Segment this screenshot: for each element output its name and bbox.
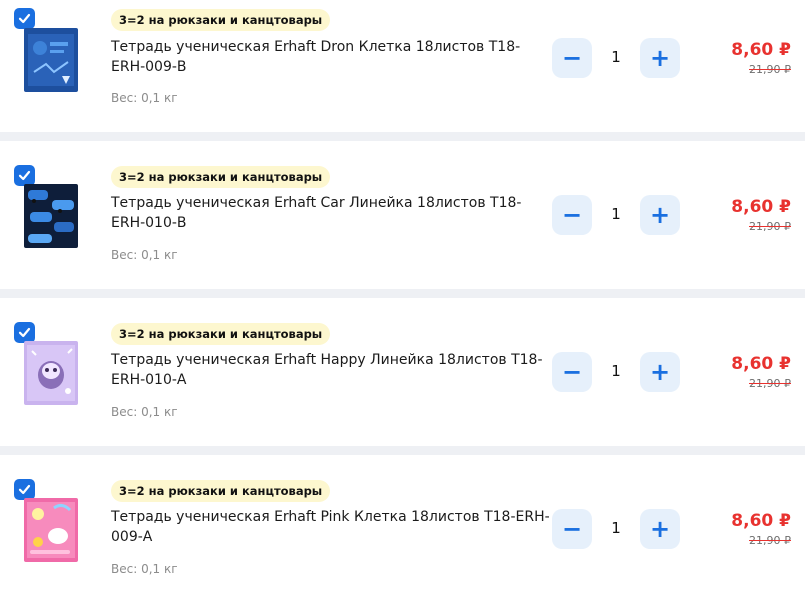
plus-icon: + [649, 44, 671, 72]
item-checkbox[interactable] [14, 8, 35, 29]
cart-item: 3=2 на рюкзаки и канцтовары Тетрадь учен… [0, 298, 805, 446]
plus-icon: + [649, 358, 671, 386]
cart-item: 3=2 на рюкзаки и канцтовары Тетрадь учен… [0, 141, 805, 289]
promo-badge: 3=2 на рюкзаки и канцтовары [111, 480, 331, 502]
decrease-quantity-button[interactable]: − [552, 352, 592, 392]
item-checkbox[interactable] [14, 165, 35, 186]
product-thumbnail[interactable] [24, 498, 78, 562]
quantity-value: 1 [611, 519, 621, 537]
cart-item: 3=2 на рюкзаки и канцтовары Тетрадь учен… [0, 455, 805, 603]
product-title[interactable]: Тетрадь ученическая Erhaft Dron Клетка 1… [111, 37, 551, 77]
product-thumbnail[interactable] [24, 341, 78, 405]
current-price: 8,60 ₽ [731, 511, 791, 531]
old-price: 21,90 ₽ [749, 377, 791, 390]
item-checkbox[interactable] [14, 322, 35, 343]
promo-badge: 3=2 на рюкзаки и канцтовары [111, 166, 331, 188]
increase-quantity-button[interactable]: + [640, 195, 680, 235]
product-thumbnail[interactable] [24, 28, 78, 92]
old-price: 21,90 ₽ [749, 63, 791, 76]
increase-quantity-button[interactable]: + [640, 509, 680, 549]
minus-icon: − [561, 358, 583, 386]
quantity-value: 1 [611, 48, 621, 66]
checkmark-icon [18, 13, 31, 24]
product-title[interactable]: Тетрадь ученическая Erhaft Car Линейка 1… [111, 193, 551, 233]
old-price: 21,90 ₽ [749, 534, 791, 547]
quantity-value: 1 [611, 205, 621, 223]
checkmark-icon [18, 484, 31, 495]
current-price: 8,60 ₽ [731, 354, 791, 374]
decrease-quantity-button[interactable]: − [552, 509, 592, 549]
promo-badge: 3=2 на рюкзаки и канцтовары [111, 323, 331, 345]
minus-icon: − [561, 515, 583, 543]
product-title[interactable]: Тетрадь ученическая Erhaft Pink Клетка 1… [111, 507, 551, 547]
decrease-quantity-button[interactable]: − [552, 195, 592, 235]
minus-icon: − [561, 201, 583, 229]
notebook-cover-image [24, 184, 78, 248]
product-weight: Вес: 0,1 кг [111, 405, 178, 419]
notebook-cover-image [24, 498, 78, 562]
notebook-cover-image [24, 28, 78, 92]
plus-icon: + [649, 201, 671, 229]
product-weight: Вес: 0,1 кг [111, 562, 178, 576]
promo-badge: 3=2 на рюкзаки и канцтовары [111, 9, 331, 31]
old-price: 21,90 ₽ [749, 220, 791, 233]
product-weight: Вес: 0,1 кг [111, 91, 178, 105]
product-thumbnail[interactable] [24, 184, 78, 248]
product-title[interactable]: Тетрадь ученическая Erhaft Happy Линейка… [111, 350, 551, 390]
product-weight: Вес: 0,1 кг [111, 248, 178, 262]
decrease-quantity-button[interactable]: − [552, 38, 592, 78]
cart-item: 3=2 на рюкзаки и канцтовары Тетрадь учен… [0, 0, 805, 132]
checkmark-icon [18, 170, 31, 181]
increase-quantity-button[interactable]: + [640, 352, 680, 392]
current-price: 8,60 ₽ [731, 197, 791, 217]
current-price: 8,60 ₽ [731, 40, 791, 60]
checkmark-icon [18, 327, 31, 338]
increase-quantity-button[interactable]: + [640, 38, 680, 78]
plus-icon: + [649, 515, 671, 543]
quantity-value: 1 [611, 362, 621, 380]
notebook-cover-image [24, 341, 78, 405]
item-checkbox[interactable] [14, 479, 35, 500]
minus-icon: − [561, 44, 583, 72]
